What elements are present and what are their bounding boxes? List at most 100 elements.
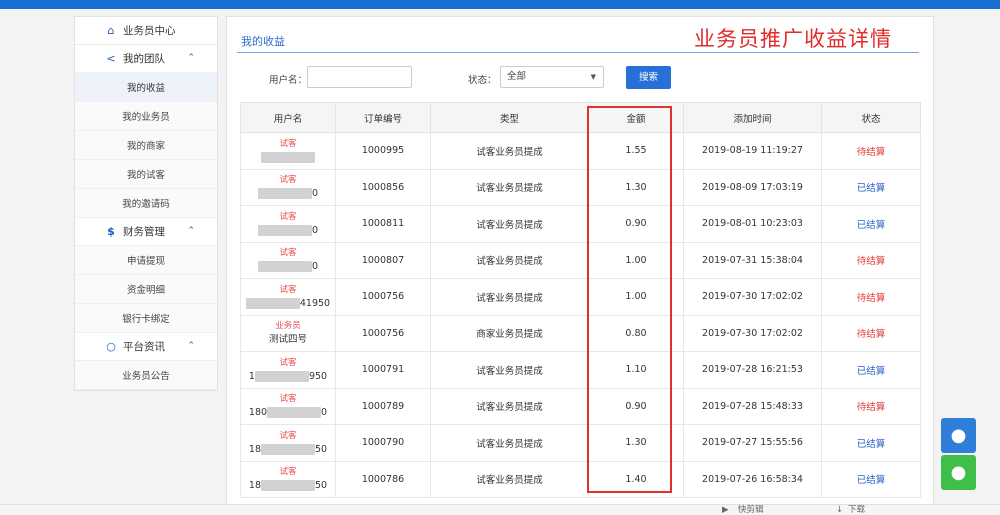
search-button[interactable]: 搜索	[626, 66, 671, 89]
cell-order: 1000786	[335, 460, 431, 498]
earnings-table: 用户名 订单编号 类型 金额 添加时间 状态 试客 1000995 试客业务员提成 1…	[240, 102, 921, 498]
column-header-time: 添加时间	[683, 102, 822, 133]
user-name-prefix: 18	[248, 443, 261, 455]
download-label[interactable]: 下载	[848, 505, 865, 515]
user-name-suffix: 50	[315, 480, 328, 492]
cell-status: 待结算	[821, 387, 921, 425]
cell-username: 试客 0	[240, 205, 336, 243]
download-icon[interactable]: ↓	[836, 505, 843, 515]
cell-type: 试客业务员提成	[430, 278, 589, 316]
cell-time: 2019-07-30 17:02:02	[683, 278, 822, 316]
table-row: 试客 18 50 1000790 试客业务员提成 1.30 2019-07-27 15:55…	[240, 424, 921, 462]
video-edit-label[interactable]: 快剪辑	[738, 505, 764, 515]
sidebar-item-merchants[interactable]: 我的商家	[75, 131, 217, 160]
table-row: 试客 0 1000856 试客业务员提成 1.30 2019-08-09 17:03:19…	[240, 168, 921, 206]
username-input[interactable]	[307, 66, 412, 88]
cell-status: 已结算	[821, 205, 921, 243]
user-name: 0	[241, 187, 335, 200]
sidebar-item-fund-details[interactable]: 资金明细	[75, 275, 217, 304]
user-name-prefix: 180	[248, 407, 268, 419]
sidebar-item-invite-code[interactable]: 我的邀请码	[75, 189, 217, 218]
user-name-suffix: 41950	[299, 297, 331, 309]
redacted-blur	[254, 370, 309, 382]
cell-status: 已结算	[821, 424, 921, 462]
play-icon[interactable]: ▶	[722, 505, 729, 515]
cell-status: 已结算	[821, 351, 921, 389]
user-name: 0	[241, 260, 335, 273]
user-role: 试客	[279, 138, 297, 149]
sidebar-group-team[interactable]: < 我的团队 ⌃	[75, 45, 217, 73]
cell-order: 1000791	[335, 351, 431, 389]
cell-order: 1000756	[335, 278, 431, 316]
column-header-username: 用户名	[240, 102, 336, 133]
user-role: 试客	[279, 248, 297, 259]
table-row: 试客 0 1000807 试客业务员提成 1.00 2019-07-31 15:38:04…	[240, 241, 921, 279]
cell-type: 试客业务员提成	[430, 387, 589, 425]
user-role: 试客	[279, 430, 297, 441]
cell-username: 试客 0	[240, 168, 336, 206]
cell-status: 已结算	[821, 168, 921, 206]
cell-order: 1000790	[335, 424, 431, 462]
cell-username: 试客 1 950	[240, 351, 336, 389]
username-label: 用户名：	[269, 75, 308, 86]
cell-time: 2019-07-28 15:48:33	[683, 387, 822, 425]
cell-order: 1000995	[335, 132, 431, 170]
cell-order: 1000807	[335, 241, 431, 279]
cell-time: 2019-08-01 10:23:03	[683, 205, 822, 243]
cell-order: 1000856	[335, 168, 431, 206]
chevron-up-icon: ⌃	[187, 226, 195, 236]
table-row: 试客 180 0 1000789 试客业务员提成 0.90 2019-07-28 15:48…	[240, 387, 921, 425]
redacted-blur	[261, 480, 315, 492]
user-role: 试客	[279, 394, 297, 405]
cell-username: 试客 18 50	[240, 424, 336, 462]
cell-status: 待结算	[821, 132, 921, 170]
sidebar-home-label: 业务员中心	[123, 25, 176, 37]
cell-order: 1000789	[335, 387, 431, 425]
column-header-order: 订单编号	[335, 102, 431, 133]
qq-icon[interactable]: ●	[941, 418, 976, 453]
cell-type: 试客业务员提成	[430, 460, 589, 498]
main-panel: 我的收益 业务员推广收益详情 用户名： 状态： 全部 ▼ 搜索 用户名 订单编号…	[226, 16, 934, 515]
redacted-blur	[267, 407, 322, 419]
user-name: 41950	[241, 297, 335, 310]
sidebar-item-announcements[interactable]: 业务员公告	[75, 361, 217, 390]
sidebar-item-earnings[interactable]: 我的收益	[75, 73, 217, 102]
sidebar-group-label: 平台资讯	[123, 341, 165, 353]
table-header-row: 用户名 订单编号 类型 金额 添加时间 状态	[240, 102, 921, 133]
user-name-suffix: 0	[321, 407, 328, 419]
sidebar-item-bank-card[interactable]: 银行卡绑定	[75, 304, 217, 333]
wechat-icon[interactable]: ●	[941, 455, 976, 490]
sidebar-item-salesmen[interactable]: 我的业务员	[75, 102, 217, 131]
user-role: 试客	[279, 175, 297, 186]
tab-earnings[interactable]: 我的收益	[241, 33, 285, 53]
cell-username: 试客	[240, 132, 336, 170]
sidebar-group-finance[interactable]: $ 财务管理 ⌃	[75, 218, 217, 246]
table-row: 试客 41950 1000756 试客业务员提成 1.00 2019-07-30 17:0…	[240, 278, 921, 316]
user-name-suffix: 950	[308, 370, 328, 382]
user-name: 1 950	[241, 370, 335, 383]
cell-type: 试客业务员提成	[430, 132, 589, 170]
cell-type: 试客业务员提成	[430, 424, 589, 462]
user-role: 业务员	[275, 321, 301, 332]
sidebar: ⌂ 业务员中心 < 我的团队 ⌃ 我的收益 我的业务员 我的商家 我的试客 我的…	[74, 16, 218, 391]
sidebar-item-testers[interactable]: 我的试客	[75, 160, 217, 189]
redacted-blur	[261, 443, 315, 455]
table-body: 试客 1000995 试客业务员提成 1.55 2019-08-19 11:19:27 待…	[240, 132, 921, 498]
table-row: 业务员 测试四号 1000756 商家业务员提成 0.80 2019-07-30 17:0…	[240, 314, 921, 352]
sidebar-item-withdraw[interactable]: 申请提现	[75, 246, 217, 275]
caret-down-icon: ▼	[590, 73, 596, 81]
user-name: 180 0	[241, 406, 335, 419]
status-label: 状态：	[468, 75, 497, 86]
sidebar-home[interactable]: ⌂ 业务员中心	[75, 17, 217, 45]
cell-time: 2019-07-27 15:55:56	[683, 424, 822, 462]
user-name: 0	[241, 224, 335, 237]
status-select[interactable]: 全部 ▼	[500, 66, 604, 88]
redacted-blur	[257, 224, 312, 236]
user-role: 试客	[279, 284, 297, 295]
cell-time: 2019-07-30 17:02:02	[683, 314, 822, 352]
sidebar-group-news[interactable]: ○ 平台资讯 ⌃	[75, 333, 217, 361]
chat-icon: ○	[106, 340, 116, 353]
cell-username: 业务员 测试四号	[240, 314, 336, 352]
cell-username: 试客 180 0	[240, 387, 336, 425]
cell-time: 2019-07-26 16:58:34	[683, 460, 822, 498]
